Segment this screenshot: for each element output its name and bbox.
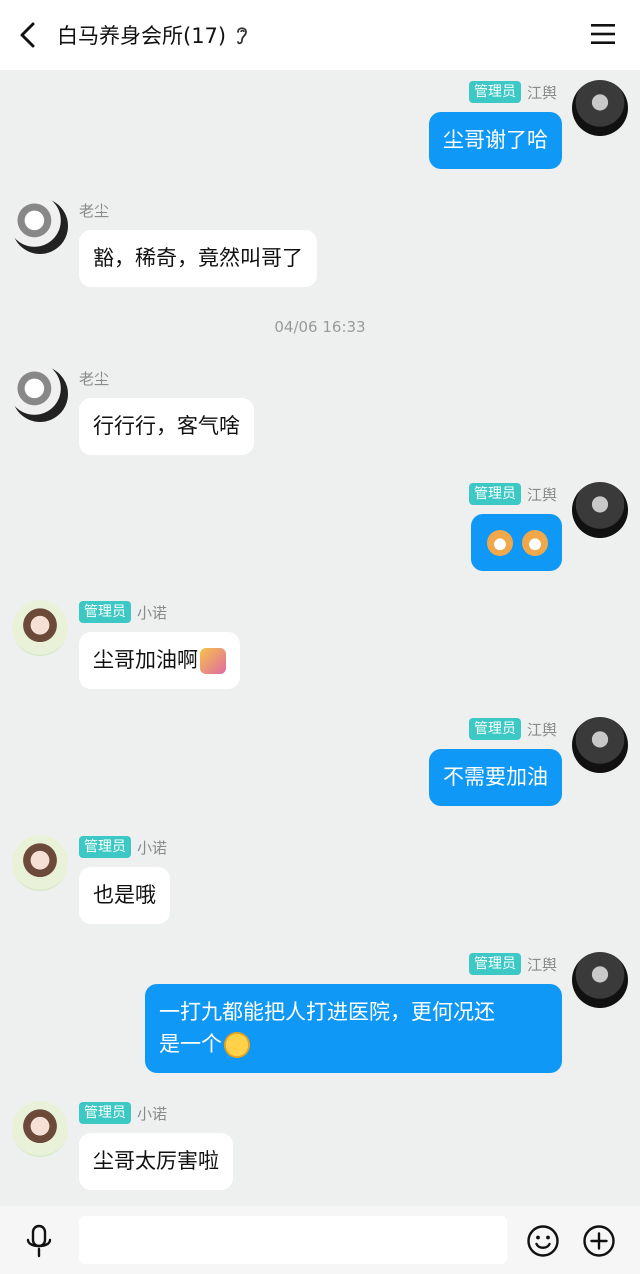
message-row: 老尘 豁，稀奇，竟然叫哥了 bbox=[0, 198, 640, 298]
message-row: 管理员 小诺 尘哥太厉害啦 bbox=[0, 1101, 640, 1201]
input-bar bbox=[0, 1206, 640, 1274]
page-title: 白马养身会所(17) bbox=[57, 24, 227, 48]
admin-badge: 管理员 bbox=[79, 601, 131, 623]
avatar[interactable] bbox=[12, 1101, 68, 1157]
smiley-face-icon[interactable] bbox=[526, 1224, 560, 1258]
admin-badge: 管理员 bbox=[468, 483, 521, 505]
sender-meta: 管理员 小诺 bbox=[79, 600, 167, 624]
sender-meta: 管理员 江舆 bbox=[468, 717, 557, 741]
sender-meta: 管理员 江舆 bbox=[468, 482, 557, 506]
message-bubble[interactable]: 尘哥太厉害啦 bbox=[79, 1133, 233, 1190]
sender-name: 江舆 bbox=[526, 83, 557, 102]
message-bubble[interactable]: 不需要加油 bbox=[429, 749, 562, 806]
sender-meta: 管理员 江舆 bbox=[468, 80, 557, 104]
admin-badge: 管理员 bbox=[468, 81, 521, 103]
message-text: 一打九都能把人打进医院，更何况还 bbox=[159, 1000, 495, 1024]
sender-meta: 老尘 bbox=[79, 366, 109, 390]
message-row: 管理员 江舆 bbox=[0, 482, 640, 582]
microphone-icon[interactable] bbox=[24, 1224, 54, 1258]
message-text: 是一个 bbox=[159, 1032, 222, 1056]
avatar[interactable] bbox=[12, 600, 68, 656]
cheering-emoji bbox=[200, 648, 226, 674]
admin-badge: 管理员 bbox=[468, 718, 521, 740]
timestamp: 04/06 16:33 bbox=[274, 318, 366, 336]
sender-name: 江舆 bbox=[526, 720, 557, 739]
message-row: 管理员 江舆 一打九都能把人打进医院，更何况还 是一个 bbox=[0, 952, 640, 1082]
message-bubble[interactable]: 尘哥加油啊 bbox=[79, 632, 240, 689]
sender-meta: 管理员 小诺 bbox=[79, 835, 167, 859]
message-bubble[interactable]: 尘哥谢了哈 bbox=[429, 112, 562, 169]
message-text: 不需要加油 bbox=[443, 765, 548, 789]
sender-name: 小诺 bbox=[137, 603, 168, 622]
admin-badge: 管理员 bbox=[79, 836, 131, 858]
sender-meta: 管理员 小诺 bbox=[79, 1101, 167, 1125]
message-row: 管理员 江舆 不需要加油 bbox=[0, 717, 640, 817]
hamburger-menu-icon[interactable] bbox=[590, 22, 616, 46]
admin-badge: 管理员 bbox=[79, 1102, 131, 1124]
message-bubble[interactable] bbox=[471, 514, 562, 571]
message-row: 管理员 江舆 尘哥谢了哈 bbox=[0, 80, 640, 180]
message-row: 老尘 行行行，客气啥 bbox=[0, 366, 640, 466]
plus-circle-icon[interactable] bbox=[582, 1224, 616, 1258]
avatar[interactable] bbox=[12, 835, 68, 891]
sender-name: 老尘 bbox=[79, 369, 110, 388]
sender-meta: 老尘 bbox=[79, 198, 109, 222]
avatar[interactable] bbox=[572, 80, 628, 136]
sender-name: 江舆 bbox=[526, 485, 557, 504]
message-text: 行行行，客气啥 bbox=[93, 414, 240, 438]
sender-meta: 管理员 江舆 bbox=[468, 952, 557, 976]
avatar[interactable] bbox=[572, 482, 628, 538]
message-text: 豁，稀奇，竟然叫哥了 bbox=[93, 246, 303, 270]
chat-messages[interactable]: 管理员 江舆 尘哥谢了哈 老尘 豁，稀奇，竟然叫哥了 04/06 16:33 老… bbox=[0, 70, 640, 1206]
message-input[interactable] bbox=[79, 1216, 507, 1264]
shiba-dog-emoji bbox=[522, 530, 548, 556]
chevron-left-icon[interactable] bbox=[14, 20, 44, 50]
avatar[interactable] bbox=[12, 366, 68, 422]
message-row: 管理员 小诺 尘哥加油啊 bbox=[0, 600, 640, 700]
avatar[interactable] bbox=[572, 717, 628, 773]
sender-name: 老尘 bbox=[79, 201, 110, 220]
top-bar: 白马养身会所(17) bbox=[0, 0, 640, 70]
message-text: 也是哦 bbox=[93, 883, 156, 907]
smug-face-emoji bbox=[224, 1032, 250, 1058]
sender-name: 小诺 bbox=[137, 1104, 168, 1123]
chat-title-area: 白马养身会所(17) bbox=[57, 20, 250, 50]
message-row: 管理员 小诺 也是哦 bbox=[0, 835, 640, 935]
avatar[interactable] bbox=[12, 198, 68, 254]
sender-name: 小诺 bbox=[137, 838, 168, 857]
shiba-dog-emoji bbox=[487, 530, 514, 556]
message-bubble[interactable]: 豁，稀奇，竟然叫哥了 bbox=[79, 230, 317, 287]
message-text: 尘哥谢了哈 bbox=[443, 128, 548, 152]
avatar[interactable] bbox=[572, 952, 628, 1008]
message-bubble[interactable]: 也是哦 bbox=[79, 867, 170, 924]
message-bubble[interactable]: 一打九都能把人打进医院，更何况还 是一个 bbox=[145, 984, 562, 1073]
message-bubble[interactable]: 行行行，客气啥 bbox=[79, 398, 254, 455]
sender-name: 江舆 bbox=[526, 955, 557, 974]
admin-badge: 管理员 bbox=[468, 953, 521, 975]
message-text: 尘哥加油啊 bbox=[93, 648, 198, 672]
message-text: 尘哥太厉害啦 bbox=[93, 1149, 219, 1173]
ear-icon[interactable] bbox=[234, 24, 250, 46]
